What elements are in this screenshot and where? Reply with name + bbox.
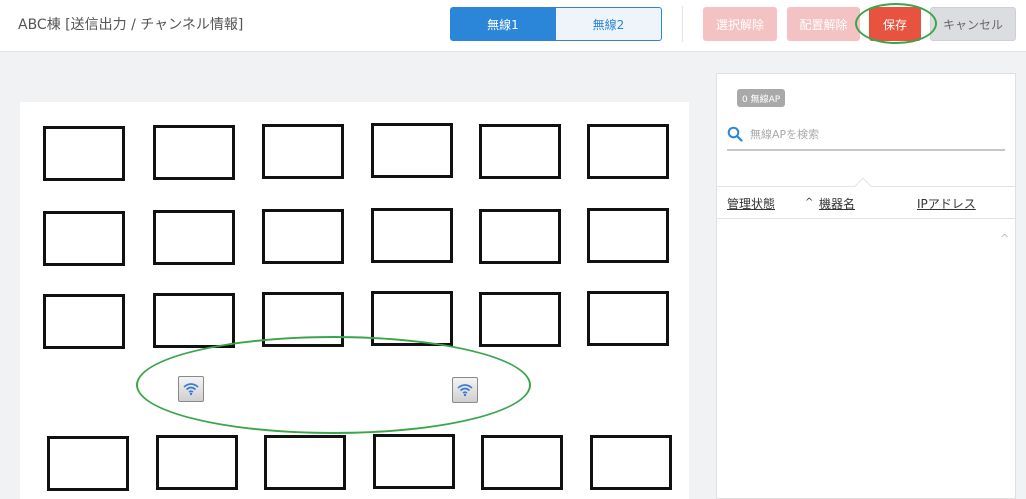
desk bbox=[156, 435, 238, 490]
wifi-icon bbox=[183, 383, 199, 396]
desk bbox=[153, 293, 235, 348]
sort-asc-icon: ^ bbox=[805, 197, 814, 208]
cancel-button[interactable]: キャンセル bbox=[930, 7, 1016, 41]
ap-search bbox=[727, 123, 1005, 151]
floor-plan-canvas[interactable] bbox=[20, 102, 689, 499]
desk bbox=[43, 294, 125, 349]
ap-count-badge: 0 無線AP bbox=[737, 89, 786, 107]
header-notch bbox=[854, 177, 872, 195]
desk bbox=[47, 436, 129, 491]
column-status[interactable]: 管理状態 bbox=[727, 195, 775, 212]
desk bbox=[371, 208, 453, 263]
column-ip-address[interactable]: IPアドレス bbox=[917, 195, 976, 212]
desk bbox=[587, 124, 669, 179]
desk bbox=[43, 126, 125, 181]
desk bbox=[479, 292, 561, 347]
desk bbox=[479, 124, 561, 179]
desk bbox=[153, 210, 235, 265]
deselect-button[interactable]: 選択解除 bbox=[703, 7, 777, 41]
tab-radio-1[interactable]: 無線1 bbox=[450, 7, 556, 41]
desk bbox=[43, 211, 125, 266]
page-title: ABC棟 [送信出力 / チャンネル情報] bbox=[18, 17, 244, 33]
desk bbox=[479, 209, 561, 264]
save-button[interactable]: 保存 bbox=[869, 7, 921, 41]
access-point[interactable] bbox=[452, 377, 478, 403]
access-point[interactable] bbox=[178, 376, 204, 402]
desk bbox=[262, 209, 344, 264]
wifi-icon bbox=[457, 384, 473, 397]
desk bbox=[373, 434, 455, 489]
desk bbox=[590, 435, 672, 490]
desk bbox=[262, 292, 344, 347]
desk bbox=[153, 125, 235, 180]
desk bbox=[264, 435, 346, 490]
search-icon bbox=[727, 126, 743, 142]
scroll-up-icon[interactable]: ^ bbox=[1000, 232, 1009, 245]
ap-table-header: 管理状態 ^ 機器名 IPアドレス bbox=[717, 177, 1015, 219]
tab-radio-2[interactable]: 無線2 bbox=[555, 7, 662, 41]
desk bbox=[587, 208, 669, 263]
wireless-ap-panel: 0 無線AP 管理状態 ^ 機器名 IPアドレス ^ bbox=[716, 73, 1016, 499]
column-device-name[interactable]: 機器名 bbox=[819, 195, 855, 212]
top-bar: ABC棟 [送信出力 / チャンネル情報] 無線1 無線2 選択解除 配置解除 … bbox=[0, 0, 1026, 52]
ap-search-input[interactable] bbox=[750, 123, 1000, 145]
desk bbox=[371, 291, 453, 346]
desk bbox=[481, 435, 563, 490]
desk bbox=[371, 123, 453, 178]
desk bbox=[587, 291, 669, 346]
header-divider bbox=[682, 6, 683, 42]
desk bbox=[262, 124, 344, 179]
unplace-button[interactable]: 配置解除 bbox=[787, 7, 860, 41]
